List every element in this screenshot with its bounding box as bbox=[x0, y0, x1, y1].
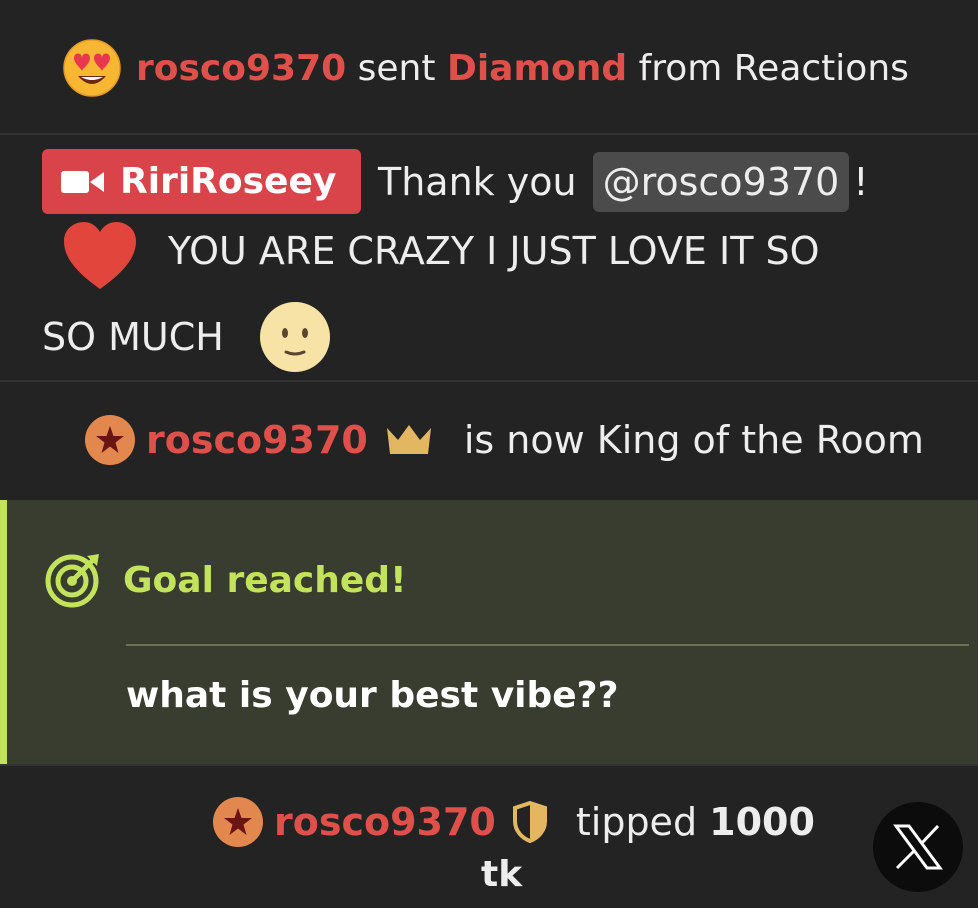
x-logo-icon bbox=[893, 824, 943, 870]
video-camera-icon bbox=[61, 170, 104, 193]
star-badge-icon bbox=[85, 415, 135, 465]
heart-eyes-emoji-icon bbox=[63, 39, 121, 97]
king-event-row: rosco9370 is now King of the Room bbox=[0, 382, 978, 498]
gift-event-row: rosco9370 sent Diamond from Reactions bbox=[0, 0, 978, 133]
goal-divider bbox=[126, 644, 969, 646]
thanks-text: Thank you bbox=[378, 159, 577, 204]
king-username[interactable]: rosco9370 bbox=[146, 418, 368, 462]
tipped-word: tipped bbox=[575, 800, 698, 844]
message-text-line1: YOU ARE CRAZY I JUST LOVE IT SO bbox=[168, 229, 820, 273]
message-text-line2-text: SO MUCH bbox=[42, 315, 224, 359]
exclamation: ! bbox=[853, 159, 869, 204]
gift-name: Diamond bbox=[446, 47, 628, 89]
message-text-line2: SO MUCH bbox=[42, 302, 332, 372]
x-share-button[interactable] bbox=[873, 802, 963, 892]
goal-heading: Goal reached! bbox=[45, 552, 406, 608]
gift-from-text: from Reactions bbox=[638, 47, 909, 89]
goal-heading-text: Goal reached! bbox=[123, 559, 407, 601]
broadcaster-badge[interactable]: RiriRoseey bbox=[42, 149, 361, 214]
tip-amount: 1000 bbox=[709, 800, 815, 844]
target-icon bbox=[45, 554, 99, 608]
thanks-line: Thank you @rosco9370 ! bbox=[378, 149, 869, 214]
goal-card: Goal reached! what is your best vibe?? bbox=[0, 500, 978, 764]
mention-chip[interactable]: @rosco9370 bbox=[592, 151, 850, 212]
gift-sent-word: sent bbox=[357, 47, 436, 89]
crown-icon bbox=[386, 425, 431, 454]
broadcaster-name: RiriRoseey bbox=[120, 161, 337, 202]
tip-unit: tk bbox=[481, 854, 523, 895]
neutral-face-emoji-icon bbox=[259, 302, 330, 372]
star-badge-icon bbox=[213, 797, 263, 847]
red-heart-emoji-icon bbox=[64, 222, 136, 289]
goal-description: what is your best vibe?? bbox=[126, 675, 619, 716]
tip-username[interactable]: rosco9370 bbox=[274, 800, 496, 844]
gift-username[interactable]: rosco9370 bbox=[136, 48, 346, 89]
chat-message-row: RiriRoseey Thank you @rosco9370 ! YOU AR… bbox=[0, 135, 978, 380]
shield-icon bbox=[512, 801, 547, 843]
tip-event-row: rosco9370 tipped 1000 tk bbox=[0, 766, 978, 908]
king-text: is now King of the Room bbox=[463, 418, 924, 462]
